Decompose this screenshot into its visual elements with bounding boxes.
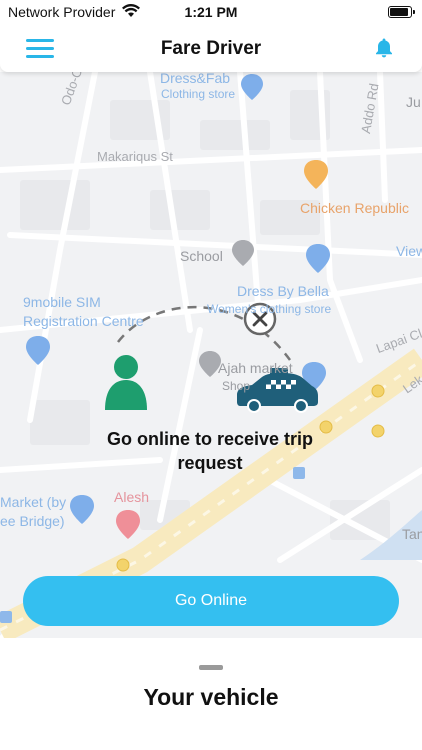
go-online-message: Go online to receive trip request — [106, 429, 314, 473]
map-label-alesh: Alesh — [114, 489, 150, 505]
bell-icon[interactable] — [372, 36, 396, 60]
map-roads — [0, 72, 422, 638]
map-label-makariqus-st: Makariqus St — [97, 149, 173, 164]
battery-icon — [388, 6, 415, 18]
map-label-tan: Tan — [402, 526, 422, 542]
vehicle-section-title: Your vehicle — [143, 684, 279, 710]
map-label-clothing-store: Clothing store — [161, 87, 236, 101]
map-label-registration-centre: Registration Centre — [23, 313, 144, 329]
map-label-ju: Ju — [406, 94, 421, 110]
clock: 1:21 PM — [184, 4, 238, 20]
battery-level — [390, 8, 409, 16]
map-label-chicken-republic: Chicken Republic — [300, 200, 409, 216]
map-label-dress-fab: Dress&Fab — [160, 72, 231, 86]
map-label-bridge: ee Bridge) — [0, 513, 65, 529]
sheet-drag-handle[interactable] — [199, 665, 223, 670]
map-label-shop: Shop — [222, 379, 251, 393]
go-online-button[interactable]: Go Online — [23, 576, 399, 626]
map-label-dress-by-bella: Dress By Bella — [237, 283, 329, 299]
page-title: Fare Driver — [160, 38, 262, 59]
map-label-9mobile: 9mobile SIM — [23, 294, 101, 310]
status-bar: Network Provider 1:21 PM — [0, 0, 422, 26]
map-label-ajah-market: Ajah market — [218, 360, 293, 376]
map-label-school: School — [180, 248, 223, 264]
map-label-womens-clothing: Women's clothing store — [207, 302, 332, 316]
person-icon — [105, 355, 147, 410]
vehicle-bottom-sheet[interactable]: Your vehicle — [0, 638, 422, 750]
map-view[interactable]: Dress&Fab Clothing store Odo-O Addo Rd J… — [0, 72, 422, 638]
app-header: Fare Driver — [0, 26, 422, 72]
map-label-view: View — [396, 243, 422, 259]
map-label-market: Market (by — [0, 494, 67, 510]
